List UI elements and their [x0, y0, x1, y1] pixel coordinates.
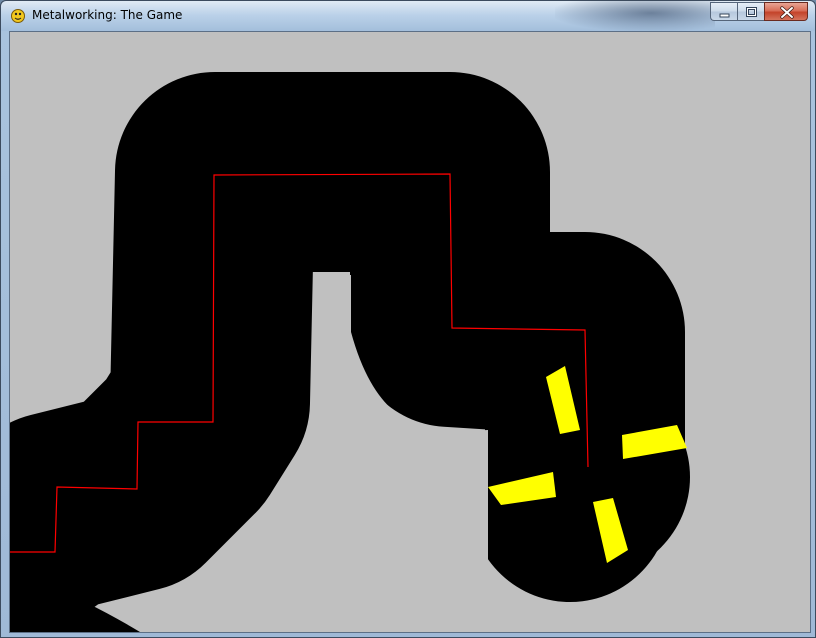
window-title: Metalworking: The Game	[32, 8, 183, 22]
maximize-icon	[746, 7, 757, 17]
close-button[interactable]	[764, 2, 808, 21]
minimize-icon	[719, 13, 730, 18]
caption-buttons	[710, 2, 808, 21]
minimize-button[interactable]	[710, 2, 737, 21]
game-canvas[interactable]	[9, 31, 811, 633]
maximize-button[interactable]	[737, 2, 764, 21]
close-icon	[780, 6, 794, 19]
game-scene	[10, 32, 810, 632]
python-snake-icon	[11, 9, 25, 23]
title-bar-background-art	[555, 1, 715, 31]
game-window: Metalworking: The Game	[0, 0, 816, 638]
title-bar[interactable]: Metalworking: The Game	[1, 1, 815, 31]
